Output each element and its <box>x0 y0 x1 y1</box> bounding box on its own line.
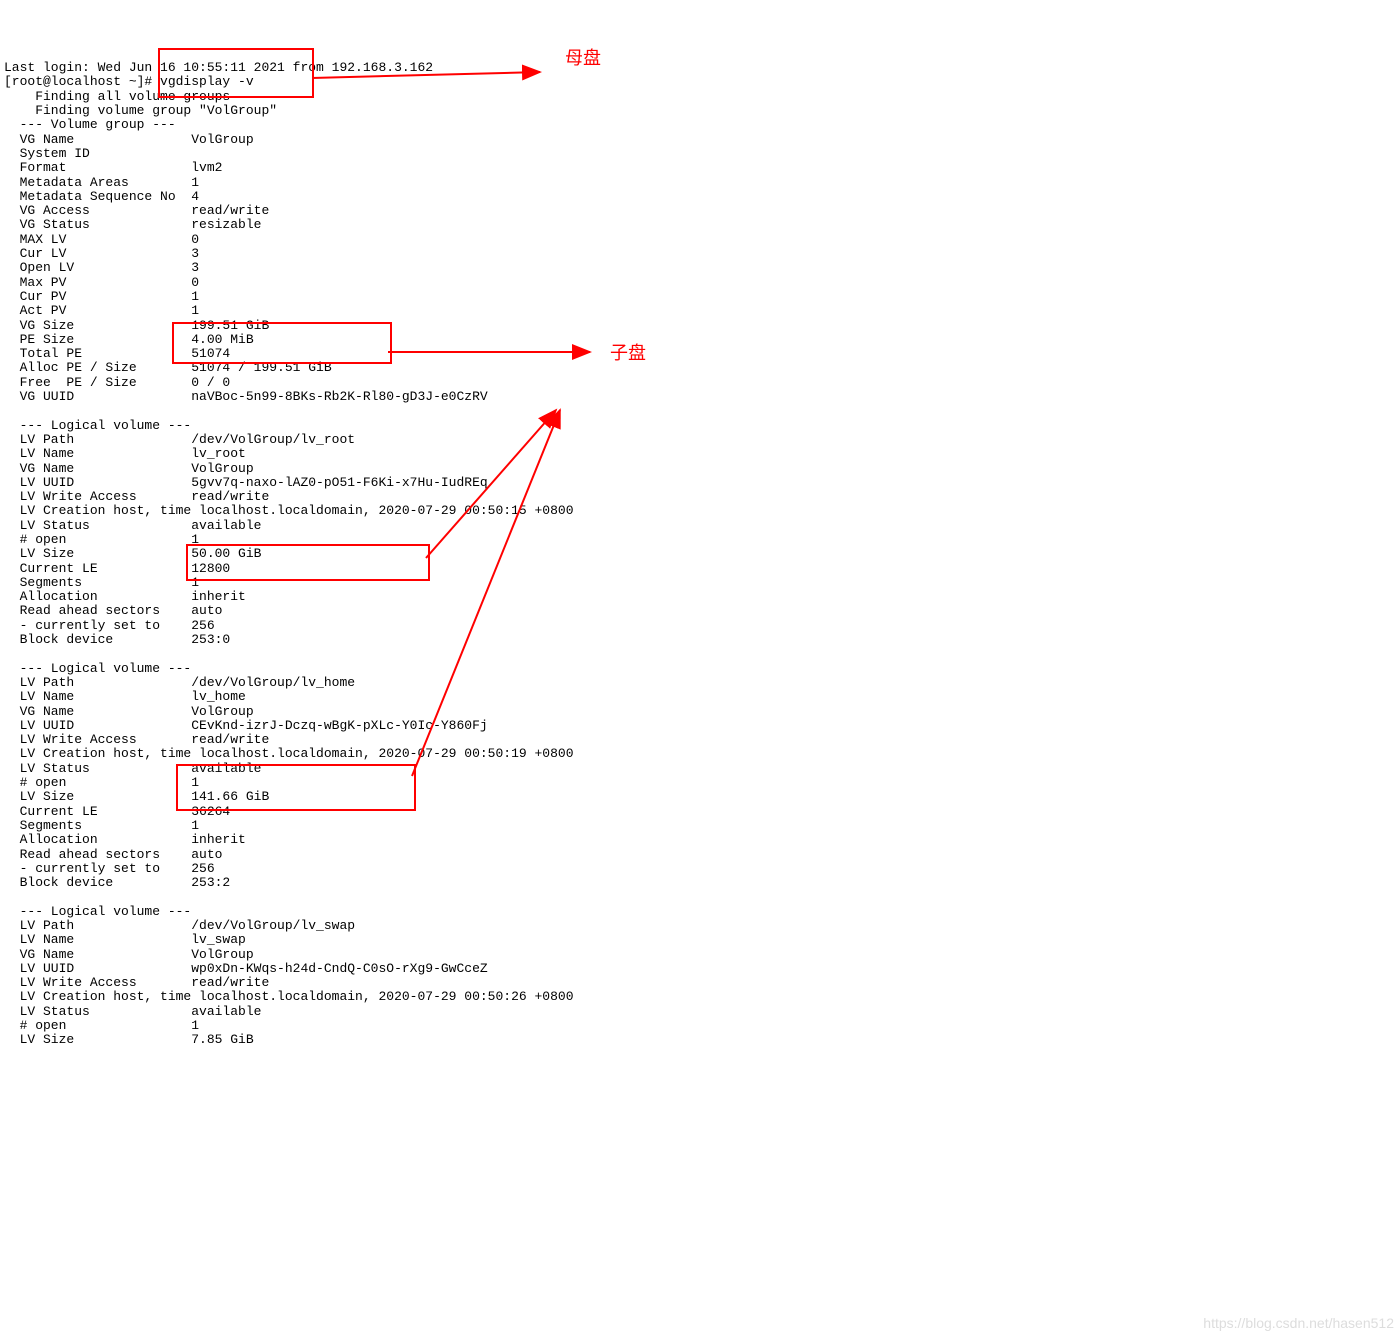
watermark: https://blog.csdn.net/hasen512 <box>1203 1316 1394 1331</box>
terminal-output: Last login: Wed Jun 16 10:55:11 2021 fro… <box>4 61 1396 1047</box>
